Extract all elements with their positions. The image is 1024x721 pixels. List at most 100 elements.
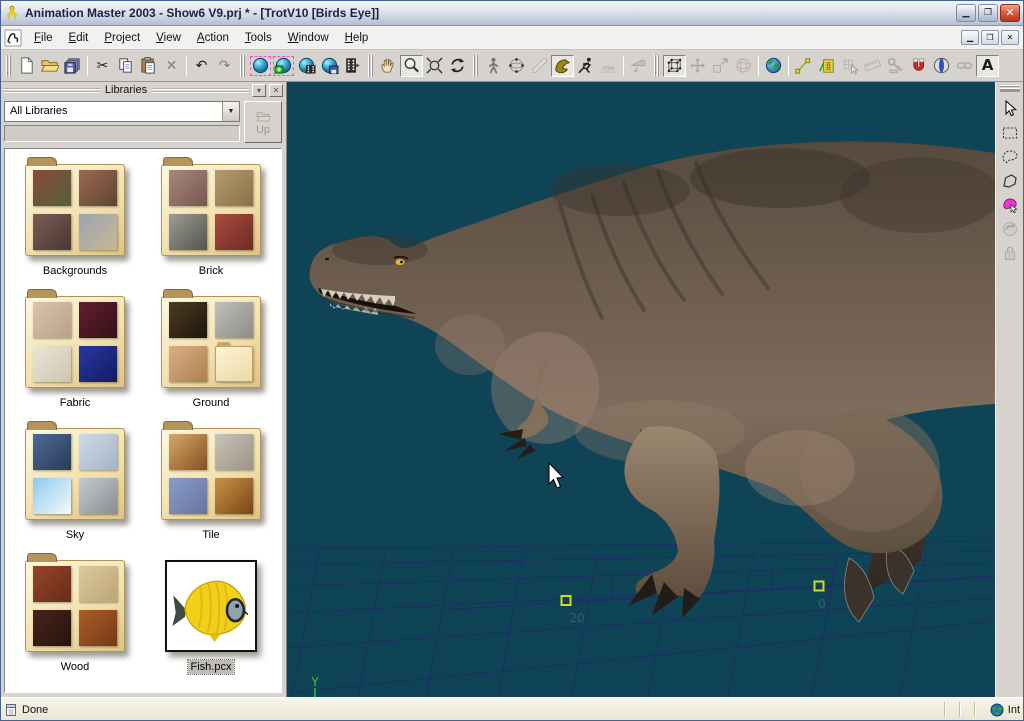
library-filter-select[interactable]: All Libraries ▼ [4, 101, 240, 122]
open-project-button[interactable] [38, 55, 61, 77]
library-item-brick[interactable]: Brick [143, 155, 279, 281]
snap-magnet-button[interactable] [907, 55, 930, 77]
select-tool-button[interactable] [998, 97, 1022, 120]
viewport[interactable]: 20 0 [287, 82, 995, 697]
preview-animation-button[interactable] [341, 55, 364, 77]
quick-render-button[interactable] [295, 55, 318, 77]
close-button[interactable]: ✕ [1000, 4, 1020, 22]
save-project-button[interactable] [61, 55, 84, 77]
copy-button[interactable] [114, 55, 137, 77]
library-item-label: Brick [196, 264, 226, 278]
rect-select-tool-button[interactable] [998, 121, 1022, 144]
trex-model[interactable] [310, 141, 995, 622]
svg-text:Y: Y [310, 675, 319, 689]
render-to-file-button[interactable] [272, 55, 295, 77]
library-item-wood[interactable]: Wood [7, 551, 143, 677]
texture-thumbnail [169, 170, 207, 206]
show-bias-handles-button[interactable] [792, 55, 815, 77]
zoom-tool-button[interactable] [400, 55, 423, 77]
skeletal-mode-button[interactable] [482, 55, 505, 77]
lasso-select-tool-button[interactable] [998, 145, 1022, 168]
bound-manipulator-button[interactable] [663, 55, 686, 77]
save-animation-button[interactable] [318, 55, 341, 77]
show-rulers-button [861, 55, 884, 77]
patch-select-tool-button[interactable] [998, 193, 1022, 216]
library-item-fish-pcx[interactable]: Fish.pcx [143, 551, 279, 677]
keypad-icon [817, 56, 836, 75]
up-button: Up [244, 101, 282, 143]
toolbar-grip[interactable] [1000, 85, 1020, 92]
turn-view-button[interactable] [446, 55, 469, 77]
pan-tool-button[interactable] [377, 55, 400, 77]
menu-project[interactable]: Project [96, 29, 148, 47]
modeling-mode-button[interactable] [505, 55, 528, 77]
menu-view[interactable]: View [148, 29, 189, 47]
texture-thumbnail [79, 214, 117, 250]
mdi-close-button[interactable]: ✕ [1001, 30, 1019, 45]
folder-icon [25, 296, 125, 388]
rotatedisc-icon [1000, 219, 1020, 239]
texture-thumbnail [33, 170, 71, 206]
panel-close-button[interactable]: ✕ [269, 84, 283, 97]
mdi-restore-button[interactable]: ❐ [981, 30, 999, 45]
undo-icon: ↶ [196, 59, 208, 73]
library-item-sky[interactable]: Sky [7, 419, 143, 545]
mdi-minimize-button[interactable]: ▁ [961, 30, 979, 45]
show-key-info-button[interactable] [815, 55, 838, 77]
statusbar-divider [974, 702, 975, 717]
world-coordinates-button[interactable] [762, 55, 785, 77]
undo-button[interactable]: ↶ [190, 55, 213, 77]
menu-edit[interactable]: Edit [61, 29, 97, 47]
polyselect-icon [1000, 171, 1020, 191]
gridcursor-icon [840, 56, 859, 75]
texture-thumbnail [33, 214, 71, 250]
new-project-button[interactable] [15, 55, 38, 77]
minimize-button[interactable]: ▁ [956, 4, 976, 22]
library-item-fabric[interactable]: Fabric [7, 287, 143, 413]
texture-thumbnail [33, 610, 71, 646]
dropdown-arrow-icon[interactable]: ▼ [222, 102, 239, 121]
rotate-view-tool-button [998, 217, 1022, 240]
mirror-mode-button[interactable] [930, 55, 953, 77]
toolbar-grip[interactable] [6, 55, 11, 77]
toolbar-grip[interactable] [240, 55, 245, 77]
cut-button[interactable]: ✂ [91, 55, 114, 77]
fish-tail [172, 595, 185, 626]
lock-icon [1000, 243, 1020, 263]
menu-file[interactable]: File [26, 29, 61, 47]
title-bar[interactable]: Animation Master 2003 - Show6 V9.prj * -… [0, 0, 1024, 26]
font-wizard-button[interactable]: A [976, 55, 999, 77]
viewport-canvas[interactable]: 20 0 [287, 82, 995, 697]
paste-button[interactable] [137, 55, 160, 77]
library-item-backgrounds[interactable]: Backgrounds [7, 155, 143, 281]
menu-action[interactable]: Action [189, 29, 237, 47]
library-item-tile[interactable]: Tile [143, 419, 279, 545]
toolbar-grip[interactable] [368, 55, 373, 77]
muscle-mode-button[interactable] [551, 55, 574, 77]
library-path-field [4, 125, 240, 142]
menu-tools[interactable]: Tools [237, 29, 280, 47]
texture-thumbnail [169, 346, 207, 382]
poly-select-tool-button[interactable] [998, 169, 1022, 192]
libraries-panel-title: Libraries [100, 84, 152, 96]
menu-help[interactable]: Help [337, 29, 377, 47]
toolbar-grip[interactable] [473, 55, 478, 77]
library-item-label: Wood [58, 660, 93, 674]
toolbar-separator [87, 56, 88, 76]
panel-divider-line [152, 88, 249, 93]
lock-tool-button [998, 241, 1022, 264]
library-controls: All Libraries ▼ Up [0, 97, 286, 146]
zoom-to-fit-button[interactable] [423, 55, 446, 77]
window-title: Animation Master 2003 - Show6 V9.prj * -… [25, 6, 951, 20]
panel-collapse-button[interactable]: ▾ [252, 84, 266, 97]
menu-window[interactable]: Window [280, 29, 337, 47]
status-bar: Done Int [0, 697, 1024, 721]
library-item-ground[interactable]: Ground [143, 287, 279, 413]
ruler-icon [863, 56, 882, 75]
render-mode-button[interactable] [249, 55, 272, 77]
restore-button[interactable]: ❐ [978, 4, 998, 22]
toolbar-grip[interactable] [654, 55, 659, 77]
path-marker-20[interactable] [562, 596, 571, 605]
action-mode-button[interactable] [574, 55, 597, 77]
turn-icon [448, 56, 467, 75]
